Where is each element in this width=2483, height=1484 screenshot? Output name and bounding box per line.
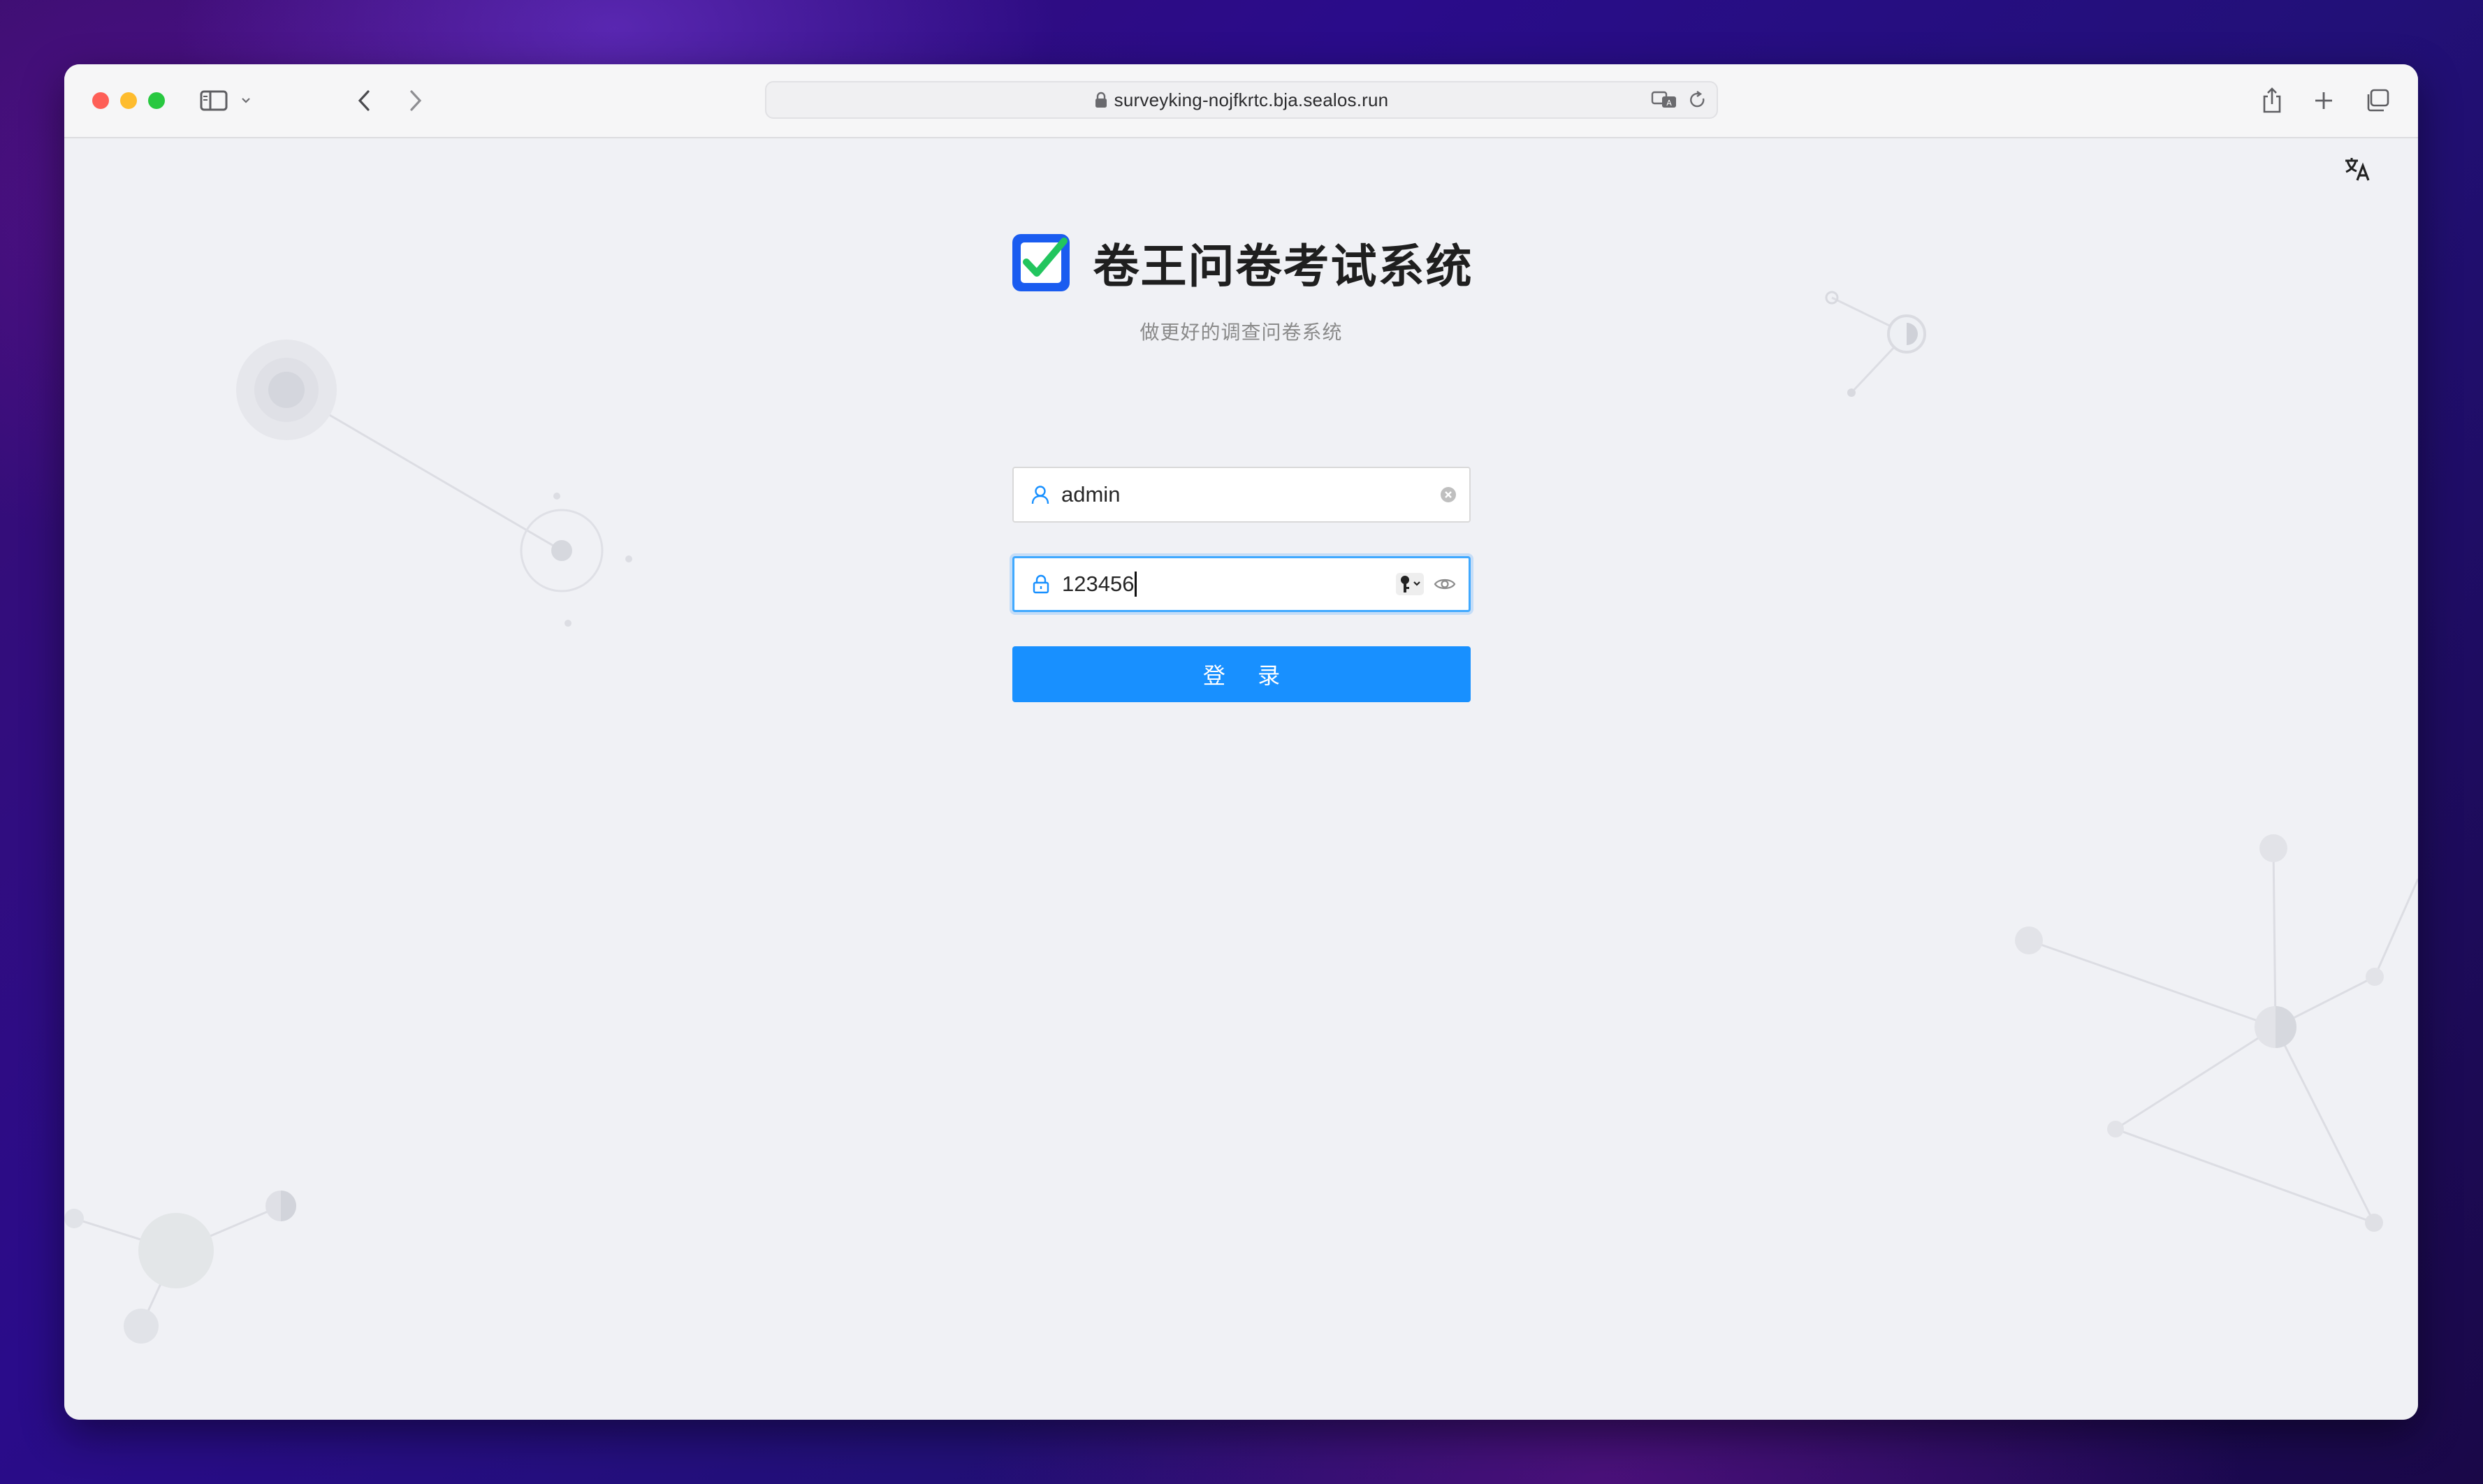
login-page: 卷王问卷考试系统 做更好的调查问卷系统 admin 123456 登 录	[64, 138, 2418, 1420]
login-header: 卷王问卷考试系统 做更好的调查问卷系统	[64, 229, 2418, 345]
forward-arrow-icon[interactable]	[401, 81, 429, 120]
address-bar[interactable]: surveyking-nojfkrtc.bja.sealos.run A	[765, 81, 1718, 119]
username-input[interactable]: admin	[1012, 467, 1471, 523]
user-icon	[1031, 486, 1049, 504]
language-switch-icon[interactable]	[2340, 152, 2374, 186]
close-window-button[interactable]	[92, 92, 109, 109]
eye-icon[interactable]	[1434, 576, 1456, 592]
clear-input-icon[interactable]	[1440, 486, 1457, 503]
translate-page-icon[interactable]: A	[1651, 90, 1679, 110]
tab-overview-icon[interactable]	[2363, 81, 2391, 120]
username-value: admin	[1061, 482, 1121, 507]
new-tab-plus-icon[interactable]	[2310, 81, 2338, 120]
sidebar-toggle-icon[interactable]	[198, 81, 229, 120]
login-button[interactable]: 登 录	[1012, 646, 1471, 702]
address-url: surveyking-nojfkrtc.bja.sealos.run	[1114, 89, 1389, 110]
password-input[interactable]: 123456	[1012, 556, 1471, 612]
reload-icon[interactable]	[1689, 90, 1707, 110]
svg-text:A: A	[1666, 99, 1672, 108]
browser-toolbar: surveyking-nojfkrtc.bja.sealos.run A	[64, 64, 2418, 138]
chevron-down-icon[interactable]	[238, 81, 254, 120]
brand: 卷王问卷考试系统	[1010, 229, 1473, 296]
zoom-window-button[interactable]	[148, 92, 165, 109]
minimize-window-button[interactable]	[120, 92, 137, 109]
checkbox-logo-icon	[1012, 234, 1070, 291]
lock-icon	[1033, 574, 1049, 594]
browser-window: surveyking-nojfkrtc.bja.sealos.run A 卷王问…	[64, 64, 2418, 1420]
brand-subtitle: 做更好的调查问卷系统	[1139, 321, 1343, 344]
password-key-icon[interactable]	[1396, 573, 1424, 595]
back-arrow-icon[interactable]	[351, 81, 379, 120]
lock-icon	[1095, 92, 1107, 108]
password-value: 123456	[1062, 572, 1135, 596]
share-icon[interactable]	[2258, 81, 2286, 120]
text-caret	[1135, 572, 1137, 597]
brand-title: 卷王问卷考试系统	[1093, 240, 1473, 293]
